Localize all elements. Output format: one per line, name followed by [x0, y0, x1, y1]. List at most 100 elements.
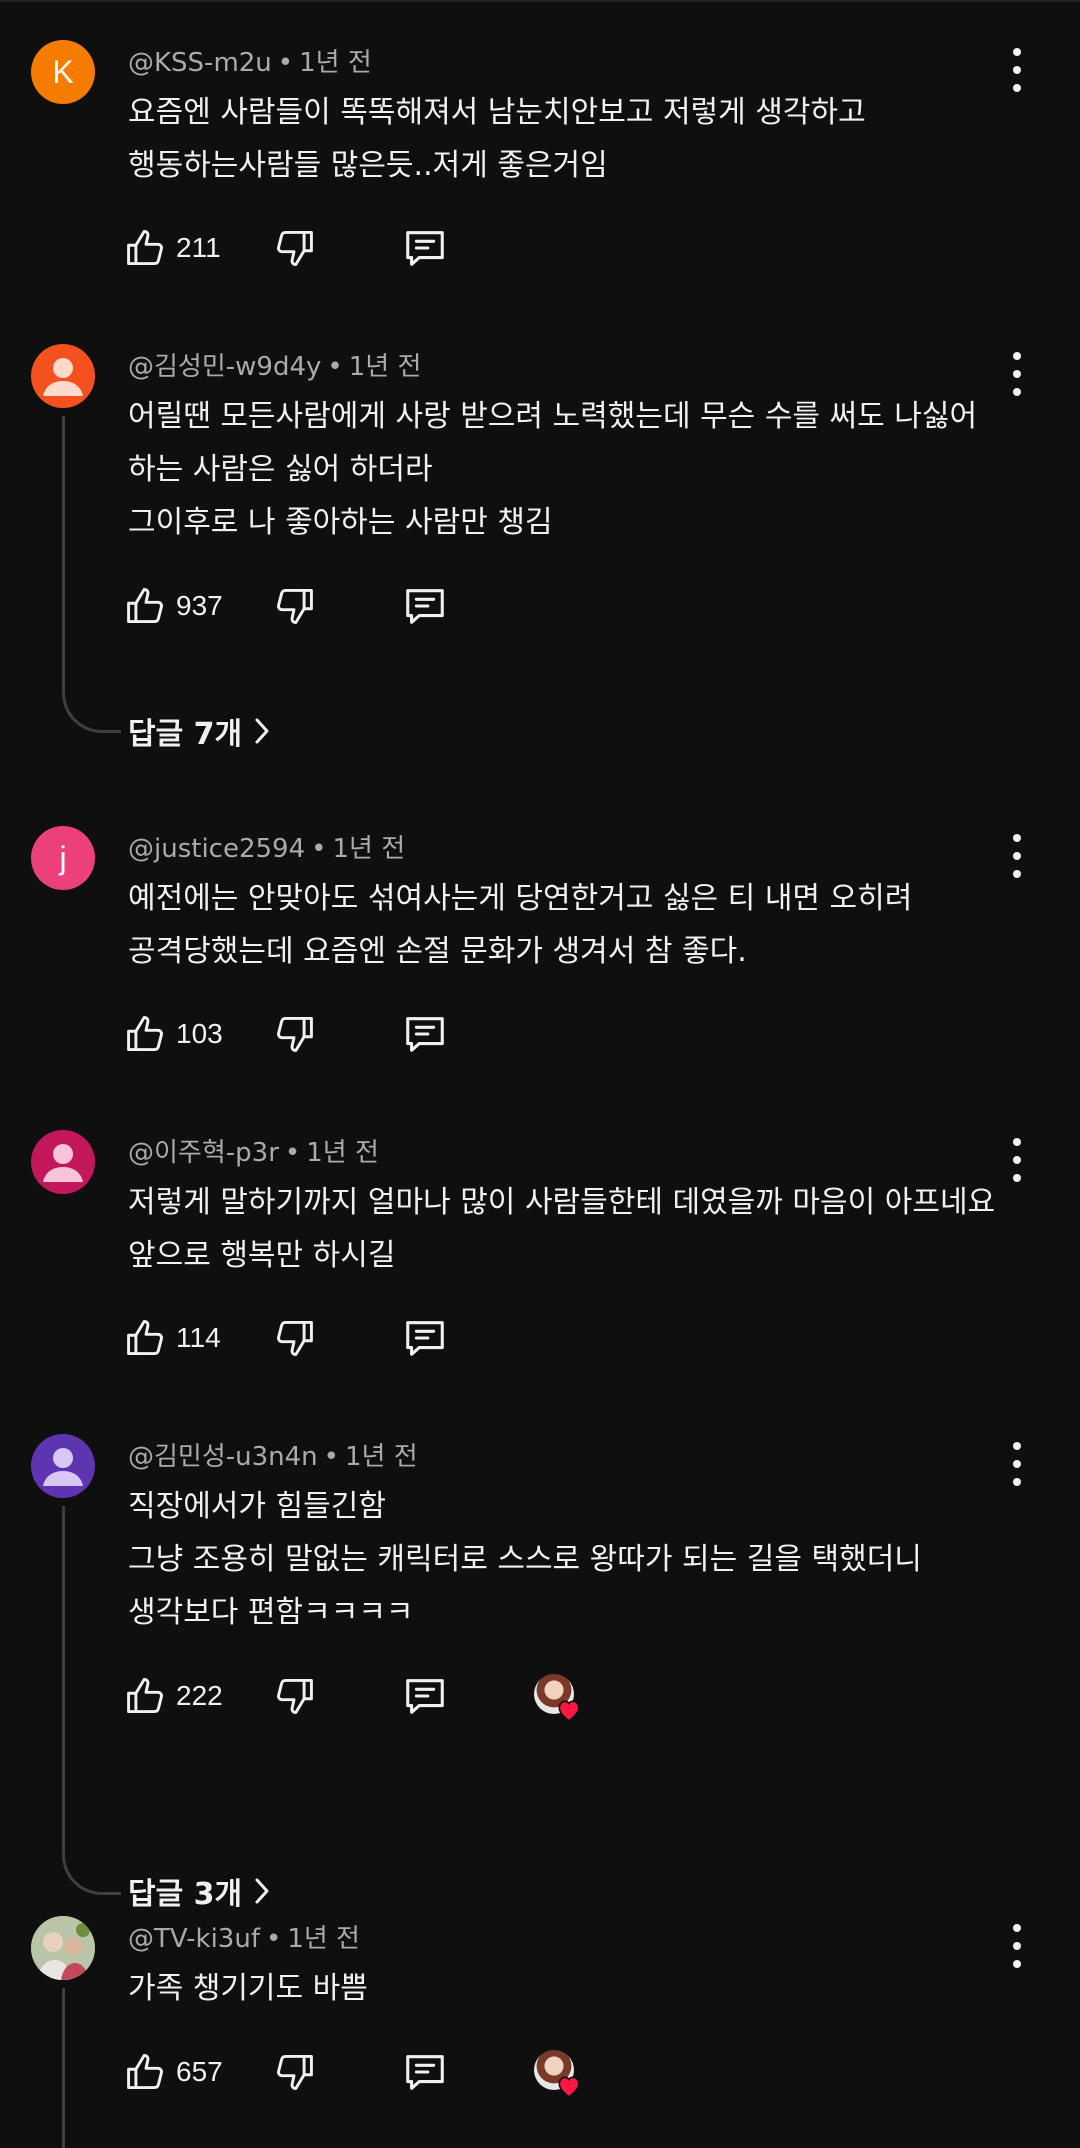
comment-icon — [406, 589, 444, 624]
comment-icon — [406, 1321, 444, 1356]
thumbs-up-icon — [127, 588, 163, 624]
thumbs-down-icon — [277, 1320, 313, 1356]
comment-author[interactable]: @justice2594 — [128, 834, 305, 864]
comment-actions: 114 — [124, 1312, 644, 1364]
thread-line — [62, 1506, 121, 1895]
profile-photo-icon — [31, 1916, 95, 1980]
comment-line: 앞으로 행복만 하시길 — [128, 1238, 396, 1273]
thumbs-down-icon — [277, 230, 313, 266]
heart-icon — [558, 2076, 580, 2098]
reply-button[interactable] — [402, 1008, 448, 1060]
dislike-button[interactable] — [272, 580, 316, 632]
like-count: 937 — [176, 590, 223, 621]
like-count: 211 — [176, 232, 221, 263]
comment-line: 직장에서가 힘들긴함 — [128, 1489, 386, 1524]
comment-line: 하는 사람은 싫어 하더라 — [128, 452, 433, 487]
dislike-button[interactable] — [272, 1312, 316, 1364]
more-options-icon[interactable] — [1000, 1442, 1034, 1486]
more-options-icon[interactable] — [1000, 352, 1034, 396]
comment-item: @김성민-w9d4y • 1년 전 어릴땐 모든사람에게 사랑 받으려 노력했는데 … — [0, 344, 1080, 764]
comment-meta: @김성민-w9d4y • 1년 전 — [128, 346, 421, 383]
more-options-icon[interactable] — [1000, 1138, 1034, 1182]
avatar[interactable] — [31, 1916, 95, 1980]
comment-author[interactable]: @KSS-m2u — [128, 48, 272, 78]
comment-item: @김민성-u3n4n • 1년 전 직장에서가 힘들긴함 그냥 조용히 말없는 캐릭… — [0, 1434, 1080, 1912]
default-avatar-icon — [43, 1144, 83, 1182]
comment-actions: 103 — [124, 1008, 644, 1060]
view-replies-button[interactable]: 답글 3개 — [128, 1866, 272, 1916]
reply-button[interactable] — [402, 1312, 448, 1364]
like-count: 114 — [176, 1322, 221, 1353]
more-options-icon[interactable] — [1000, 1924, 1034, 1968]
dislike-button[interactable] — [272, 222, 316, 274]
more-options-icon[interactable] — [1000, 48, 1034, 92]
avatar-letter: j — [59, 839, 67, 876]
dislike-button[interactable] — [272, 1670, 316, 1722]
meta-separator: • — [265, 1924, 282, 1954]
thumbs-up-icon — [127, 230, 163, 266]
comment-author[interactable]: @김성민-w9d4y — [128, 352, 321, 382]
comment-line: 그냥 조용히 말없는 캐릭터로 스스로 왕따가 되는 길을 택했더니 — [128, 1542, 922, 1577]
more-options-icon[interactable] — [1000, 834, 1034, 878]
comment-meta: @김민성-u3n4n • 1년 전 — [128, 1436, 418, 1473]
reply-button[interactable] — [402, 222, 448, 274]
comment-meta: @justice2594 • 1년 전 — [128, 828, 405, 865]
creator-heart-badge — [530, 2046, 580, 2098]
comment-meta: @KSS-m2u • 1년 전 — [128, 42, 372, 79]
top-divider — [0, 0, 1080, 2]
comment-line: 공격당했는데 요즘엔 손절 문화가 생겨서 참 좋다. — [128, 934, 747, 969]
creator-heart-badge — [530, 1670, 580, 1722]
avatar[interactable] — [31, 1130, 95, 1194]
thumbs-up-icon — [127, 2054, 163, 2090]
like-button[interactable]: 211 — [124, 222, 221, 274]
thread-line — [62, 1988, 121, 2148]
thumbs-down-icon — [277, 1678, 313, 1714]
comment-time: 1년 전 — [287, 1924, 360, 1954]
view-replies-button[interactable]: 답글 7개 — [128, 706, 272, 756]
comment-author[interactable]: @TV-ki3uf — [128, 1924, 260, 1954]
meta-separator: • — [284, 1138, 301, 1168]
avatar[interactable] — [31, 1434, 95, 1498]
comment-line: 생각보다 편함ㅋㅋㅋㅋ — [128, 1595, 414, 1630]
thumbs-up-icon — [127, 1016, 163, 1052]
comment-item: K @KSS-m2u • 1년 전 요즘엔 사람들이 똑똑해져서 남눈치안보고 저렇… — [0, 40, 1080, 280]
avatar[interactable] — [31, 344, 95, 408]
thumbs-down-icon — [277, 2054, 313, 2090]
comment-line: 가족 챙기기도 바쁨 — [128, 1971, 368, 2006]
comment-text: 어릴땐 모든사람에게 사랑 받으려 노력했는데 무슨 수를 써도 나싫어 하는 … — [128, 390, 977, 549]
comment-time: 1년 전 — [348, 352, 422, 382]
comment-icon — [406, 1679, 444, 1714]
like-button[interactable]: 657 — [124, 2046, 223, 2098]
like-button[interactable]: 222 — [124, 1670, 223, 1722]
reply-button[interactable] — [402, 2046, 448, 2098]
meta-separator: • — [327, 352, 343, 382]
comment-author[interactable]: @이주혁-p3r — [128, 1138, 279, 1168]
comment-actions: 222 — [124, 1670, 644, 1722]
reply-button[interactable] — [402, 1670, 448, 1722]
like-button[interactable]: 114 — [124, 1312, 221, 1364]
dislike-button[interactable] — [272, 1008, 316, 1060]
avatar[interactable]: j — [31, 826, 95, 890]
avatar-letter: K — [52, 53, 74, 90]
comment-item: j @justice2594 • 1년 전 예전에는 안맞아도 섞여사는게 당연한거… — [0, 826, 1080, 1066]
replies-count: 답글 7개 — [128, 717, 243, 752]
comment-actions: 211 — [124, 222, 644, 274]
like-button[interactable]: 103 — [124, 1008, 223, 1060]
comment-item: @이주혁-p3r • 1년 전 저렇게 말하기까지 얼마나 많이 사람들한테 데였을… — [0, 1130, 1080, 1370]
chevron-right-icon — [255, 718, 269, 744]
thumbs-down-icon — [277, 1016, 313, 1052]
comment-author[interactable]: @김민성-u3n4n — [128, 1442, 318, 1472]
comment-line: 그이후로 나 좋아하는 사람만 챙김 — [128, 505, 553, 540]
chevron-right-icon — [255, 1878, 269, 1904]
like-count: 103 — [176, 1018, 223, 1049]
like-button[interactable]: 937 — [124, 580, 223, 632]
avatar[interactable]: K — [31, 40, 95, 104]
comment-time: 1년 전 — [299, 48, 372, 78]
comment-actions: 657 — [124, 2046, 644, 2098]
replies-count: 답글 3개 — [128, 1877, 243, 1912]
comment-time: 1년 전 — [345, 1442, 418, 1472]
reply-button[interactable] — [402, 580, 448, 632]
comment-icon — [406, 231, 444, 266]
comment-line: 요즘엔 사람들이 똑똑해져서 남눈치안보고 저렇게 생각하고 — [128, 95, 866, 130]
dislike-button[interactable] — [272, 2046, 316, 2098]
